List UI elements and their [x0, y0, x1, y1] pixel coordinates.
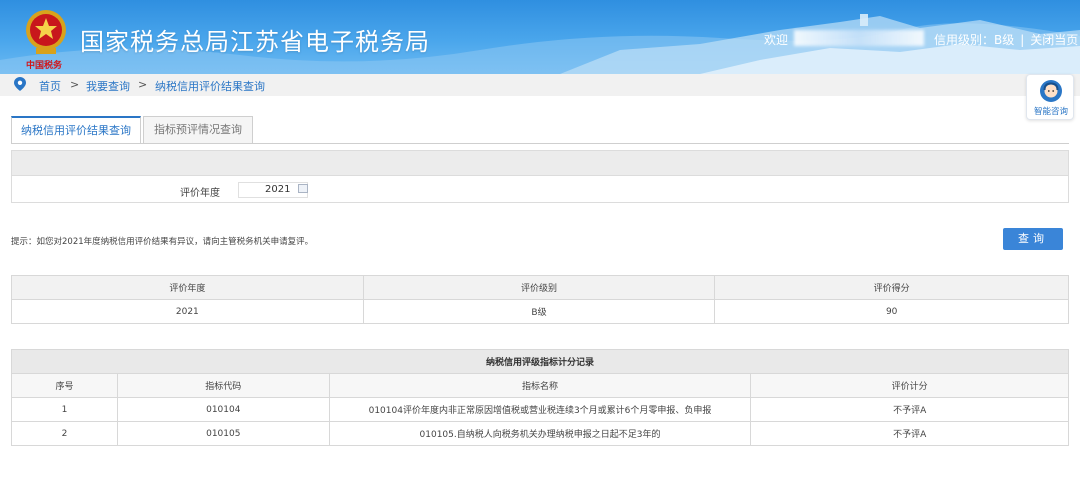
- record-table: 纳税信用评级指标计分记录 序号 指标代码 指标名称 评价计分 1 010104 …: [11, 349, 1069, 446]
- table-cell: 不予评A: [750, 397, 1069, 422]
- customer-service-icon: [1040, 80, 1062, 102]
- breadcrumb-query[interactable]: 我要查询: [86, 78, 130, 94]
- close-page-link[interactable]: 关闭当页: [1030, 33, 1078, 47]
- table-cell: B级: [362, 299, 716, 324]
- table-row: 1 010104 010104评价年度内非正常原因增值税或营业税连续3个月或累计…: [11, 397, 1069, 422]
- tab-underline: [11, 143, 1069, 144]
- divider: |: [1020, 33, 1025, 47]
- column-header: 评价得分: [714, 275, 1069, 300]
- result-table: 评价年度 评价级别 评价得分 2021 B级 90: [11, 275, 1069, 324]
- tip-text: 提示：如您对2021年度纳税信用评价结果有异议，请向主管税务机关申请复评。: [11, 237, 314, 247]
- tab-credit-result-query[interactable]: 纳税信用评价结果查询: [11, 116, 141, 144]
- tab-indicator-pre-evaluation[interactable]: 指标预评情况查询: [143, 116, 253, 144]
- column-header: 指标代码: [116, 373, 330, 398]
- site-title: 国家税务总局江苏省电子税务局: [80, 28, 430, 56]
- table-cell: 010104: [116, 397, 330, 422]
- table-header-row: 评价年度 评价级别 评价得分: [11, 275, 1069, 300]
- table-header-row: 序号 指标代码 指标名称 评价计分: [11, 373, 1069, 398]
- credit-level: 信用级别：B级: [934, 33, 1015, 47]
- tax-emblem-logo: [26, 10, 66, 54]
- query-form: 评价年度 2021: [11, 175, 1069, 203]
- table-caption: 纳税信用评级指标计分记录: [11, 349, 1069, 374]
- smart-consult-label: 智能咨询: [1033, 107, 1068, 117]
- redacted-username: [794, 30, 924, 46]
- table-caption-row: 纳税信用评级指标计分记录: [11, 349, 1069, 374]
- breadcrumb-separator: >: [70, 78, 80, 91]
- table-cell: 010104评价年度内非正常原因增值税或营业税连续3个月或累计6个月零申报、负申…: [328, 397, 752, 422]
- table-cell: 2021: [11, 299, 364, 324]
- column-header: 指标名称: [328, 373, 752, 398]
- calendar-icon[interactable]: [298, 184, 308, 193]
- column-header: 序号: [11, 373, 118, 398]
- location-pin-icon: [14, 77, 26, 91]
- breadcrumb-separator: >: [138, 78, 148, 91]
- table-cell: 不予评A: [750, 421, 1069, 446]
- welcome-text: 欢迎: [764, 33, 789, 47]
- table-row: 2 010105 010105.自纳税人向税务机关办理纳税申报之日起不足3年的 …: [11, 421, 1069, 446]
- smart-consult-button[interactable]: 智能咨询: [1026, 74, 1074, 120]
- form-header-band: [11, 150, 1069, 175]
- column-header: 评价年度: [11, 275, 364, 300]
- table-row: 2021 B级 90: [11, 299, 1069, 324]
- breadcrumb: 首页 > 我要查询 > 纳税信用评价结果查询: [0, 74, 1080, 96]
- breadcrumb-current: 纳税信用评价结果查询: [155, 80, 265, 93]
- column-header: 评价计分: [750, 373, 1069, 398]
- table-cell: 90: [714, 299, 1069, 324]
- table-cell: 010105: [116, 421, 330, 446]
- logo-subtitle: 中国税务: [26, 61, 63, 71]
- credit-info: 信用级别：B级 | 关闭当页: [934, 31, 1078, 48]
- table-cell: 010105.自纳税人向税务机关办理纳税申报之日起不足3年的: [328, 421, 752, 446]
- table-cell: 1: [11, 397, 118, 422]
- query-button[interactable]: 查询: [1003, 228, 1063, 250]
- column-header: 评价级别: [362, 275, 716, 300]
- breadcrumb-home[interactable]: 首页: [39, 78, 61, 94]
- year-label: 评价年度: [180, 188, 220, 199]
- table-cell: 2: [11, 421, 118, 446]
- site-header: 中国税务 国家税务总局江苏省电子税务局 欢迎 信用级别：B级 | 关闭当页: [0, 0, 1080, 74]
